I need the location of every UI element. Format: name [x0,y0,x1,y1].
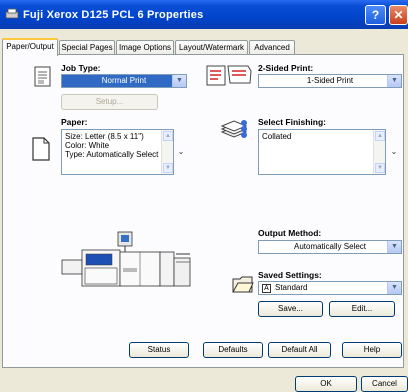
a-icon: A [262,284,271,293]
saved-settings-value: Standard [275,283,308,292]
scroll-up-icon[interactable]: ▲ [375,131,385,141]
job-type-label: Job Type: [61,63,101,73]
printer-machine-illustration [61,231,191,287]
close-button[interactable]: ✕ [389,5,408,25]
finishing-value: Collated [262,132,292,141]
two-sided-print-value: 1-Sided Print [306,76,354,85]
paper-info-box: Size: Letter (8.5 x 11") Color: White Ty… [61,129,174,175]
scroll-down-icon[interactable]: ▼ [163,163,173,173]
output-method-label: Output Method: [258,228,322,238]
ok-button[interactable]: OK [295,376,357,392]
help-button[interactable]: Help [342,342,402,358]
job-type-value: Normal Print [101,76,147,85]
help-title-button[interactable]: ? [365,5,386,25]
chevron-down-icon: ▼ [172,75,186,87]
two-sided-print-label: 2-Sided Print: [258,63,314,73]
finishing-dropdown-button[interactable]: ⌄ [388,130,400,174]
paper-size-text: Size: Letter (8.5 x 11") [65,132,144,141]
printer-icon [5,8,19,19]
tab-image-options[interactable]: Image Options [116,40,174,55]
save-button[interactable]: Save... [258,301,323,317]
job-type-select[interactable]: Normal Print ▼ [61,74,187,88]
default-all-button[interactable]: Default All [268,342,331,358]
job-type-icon [34,66,51,87]
paper-label: Paper: [61,117,88,127]
status-button[interactable]: Status [129,342,189,358]
tab-layout-watermark[interactable]: Layout/Watermark [175,40,248,55]
cancel-button[interactable]: Cancel [361,376,408,392]
saved-settings-select[interactable]: A Standard ▼ [258,281,402,295]
paper-dropdown-button[interactable]: ⌄ [175,130,187,174]
output-method-value: Automatically Select [293,242,367,251]
scroll-down-icon[interactable]: ▼ [375,163,385,173]
finishing-icon [220,120,248,138]
chevron-down-icon: ▼ [387,241,401,253]
chevron-down-icon: ▼ [387,282,401,294]
scroll-up-icon[interactable]: ▲ [163,131,173,141]
defaults-button[interactable]: Defaults [203,342,263,358]
title-bar: Fuji Xerox D125 PCL 6 Properties ? ✕ [0,0,408,29]
tab-paper-output[interactable]: Paper/Output [2,38,58,56]
finishing-box[interactable]: Collated ▲ ▼ [258,129,386,175]
two-sided-print-select[interactable]: 1-Sided Print ▼ [258,74,402,88]
paper-type-text: Type: Automatically Select [65,150,159,159]
edit-button[interactable]: Edit... [329,301,395,317]
saved-settings-label: Saved Settings: [258,270,322,280]
finishing-scrollbar[interactable]: ▲ ▼ [373,130,385,174]
select-finishing-label: Select Finishing: [258,117,327,127]
folder-icon [232,276,254,293]
window-title: Fuji Xerox D125 PCL 6 Properties [23,9,204,21]
chevron-down-icon: ▼ [387,75,401,87]
setup-button[interactable]: Setup... [61,94,158,110]
tab-advanced[interactable]: Advanced [249,40,295,55]
paper-scrollbar[interactable]: ▲ ▼ [161,130,173,174]
two-sided-print-icon [206,65,252,86]
paper-icon [32,137,50,161]
tab-special-pages[interactable]: Special Pages [59,40,115,55]
output-method-select[interactable]: Automatically Select ▼ [258,240,402,254]
paper-color-text: Color: White [65,141,110,150]
